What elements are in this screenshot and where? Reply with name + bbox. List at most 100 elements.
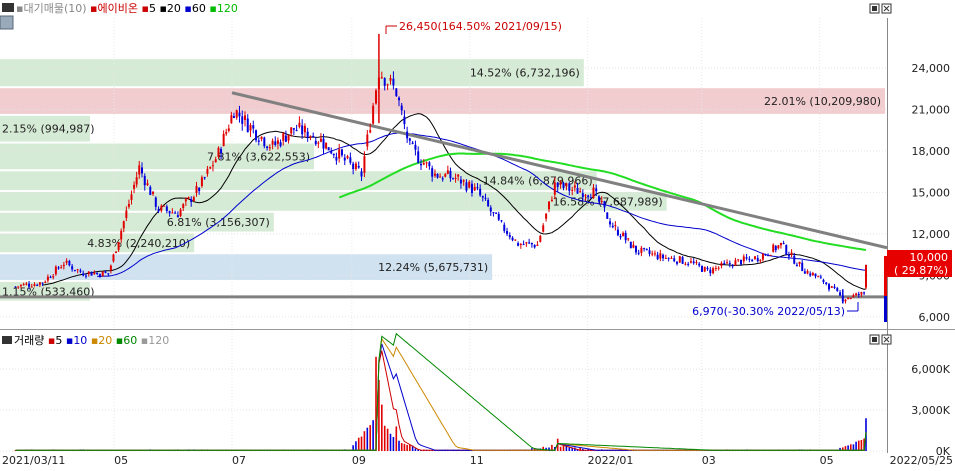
candle-body [855, 293, 858, 296]
candle-body [497, 213, 500, 220]
candle-body [717, 267, 720, 269]
candle-body [811, 272, 814, 276]
candle-body [96, 272, 99, 274]
candle-body [576, 188, 579, 194]
candle-body [452, 178, 455, 180]
candle-body [428, 162, 431, 167]
panel-menu-icon[interactable] [2, 3, 14, 12]
candle-body [187, 197, 190, 199]
candle-body [140, 167, 143, 174]
legend-stock: 에이비온 [98, 2, 138, 15]
candle-body [274, 141, 277, 145]
volume-bar [372, 420, 374, 451]
price-tick-label: 24,000 [912, 62, 951, 75]
candle-body [550, 199, 553, 202]
volume-bar [414, 448, 417, 451]
candle-body [82, 273, 85, 276]
candle-body [592, 187, 595, 198]
candle-body [606, 212, 609, 219]
candle-body [309, 135, 312, 138]
volume-menu-icon[interactable] [2, 336, 12, 344]
candle-body [849, 297, 852, 299]
candle-body [553, 182, 556, 195]
volume-bar [383, 425, 386, 451]
legend-ma60: 60 [192, 2, 206, 15]
candle-body [225, 132, 228, 134]
candle-body [545, 213, 548, 219]
candle-body [266, 146, 269, 148]
candle-body [444, 174, 447, 177]
candle-body [243, 115, 246, 121]
volume-bar [369, 425, 372, 451]
candle-body [130, 194, 133, 200]
candle-body [73, 269, 76, 271]
candle-body [357, 165, 360, 168]
candle-body [417, 151, 420, 163]
candle-body [634, 245, 637, 253]
candle-body [22, 284, 25, 286]
candle-body [614, 225, 617, 227]
volume-tick-label: 6,000K [911, 363, 950, 376]
high-annotation: 26,450(164.50% 2021/09/15) [385, 20, 562, 34]
candle-body [203, 177, 206, 179]
candle-body [352, 163, 355, 170]
candle-body [742, 256, 745, 262]
candle-body [354, 163, 357, 170]
candle-body [422, 163, 425, 165]
candle-body [220, 148, 223, 154]
candle-body [519, 244, 522, 246]
candle-body [179, 209, 182, 217]
candle-body [536, 244, 539, 246]
candle-body [380, 77, 383, 79]
candle-body [782, 243, 785, 245]
candle-body [217, 147, 220, 157]
price-tick-label: 15,000 [912, 186, 951, 199]
candle-body [211, 165, 214, 167]
candle-body [568, 183, 571, 191]
candle-body [319, 138, 322, 142]
price-tick-label: 21,000 [912, 103, 951, 116]
volume-legend-text: 거래량 ▪5 ▪10 ▪20 ▪60 ▪120 [14, 334, 169, 347]
volume-bar [860, 439, 863, 451]
candle-body [753, 256, 756, 259]
candle-body [720, 262, 723, 266]
candle-body [573, 185, 576, 188]
candle-body [312, 135, 315, 137]
candle-body [79, 270, 82, 272]
candle-body [41, 282, 44, 284]
candle-body [637, 252, 640, 254]
candle-body [863, 292, 866, 294]
candle-body [847, 298, 850, 300]
price-tick-label: 18,000 [912, 145, 951, 158]
candle-body [659, 253, 662, 259]
candle-body [109, 265, 112, 271]
candle-body [476, 187, 479, 189]
candle-body [459, 179, 462, 184]
legend-ma5: 5 [149, 2, 156, 15]
candle-body [406, 131, 409, 139]
candle-body [389, 77, 392, 81]
candle-body [174, 212, 177, 214]
volume-bar [857, 440, 860, 451]
candle-body [454, 177, 457, 179]
candle-body [33, 284, 36, 286]
candle-body [670, 257, 673, 259]
candle-body [806, 270, 809, 274]
candle-body [255, 130, 258, 141]
candle-body [712, 268, 715, 274]
candle-body [392, 78, 395, 86]
candle-body [827, 284, 830, 290]
candle-body [772, 244, 775, 252]
candle-body [603, 201, 606, 208]
candle-body [93, 272, 96, 275]
candle-body [57, 267, 60, 269]
candle-body [622, 232, 625, 237]
candle-body [127, 203, 130, 207]
candle-body [595, 188, 598, 192]
candle-body [751, 259, 754, 262]
tool-icon[interactable] [0, 15, 14, 30]
candle-body [787, 255, 790, 257]
candle-body [777, 245, 780, 249]
date-tick-label: 2022/05/25 [890, 454, 953, 467]
legend-ma120: 120 [217, 2, 238, 15]
